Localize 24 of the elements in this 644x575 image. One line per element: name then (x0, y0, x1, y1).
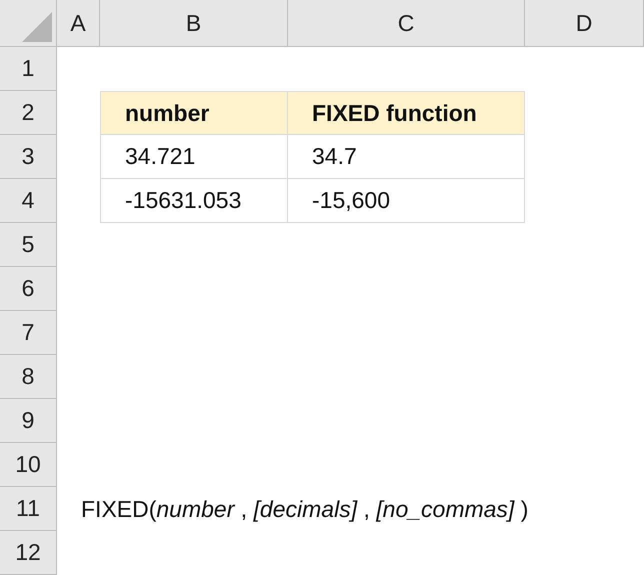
row-header[interactable]: 3 (0, 135, 57, 179)
table-cell: 34.7 (288, 135, 525, 179)
table-cell: -15631.053 (100, 179, 288, 223)
row-header[interactable]: 9 (0, 399, 57, 443)
select-all-icon[interactable] (22, 12, 52, 42)
column-header[interactable]: D (525, 0, 644, 47)
syntax-text: FIXED(number , [decimals] , [no_commas] ) (80, 494, 530, 524)
row-header[interactable]: 6 (0, 267, 57, 311)
column-header[interactable]: B (100, 0, 288, 47)
row-header[interactable]: 1 (0, 47, 57, 91)
table-header-cell: FIXED function (288, 91, 525, 135)
row-header[interactable]: 11 (0, 487, 57, 531)
row-header[interactable]: 2 (0, 91, 57, 135)
column-header[interactable]: C (288, 0, 525, 47)
row-header[interactable]: 10 (0, 443, 57, 487)
table-header-cell: number (100, 91, 288, 135)
row-header[interactable]: 7 (0, 311, 57, 355)
row-header[interactable]: 8 (0, 355, 57, 399)
table-cell: 34.721 (100, 135, 288, 179)
column-header[interactable]: A (57, 0, 100, 47)
row-header[interactable]: 12 (0, 531, 57, 575)
table-cell: -15,600 (288, 179, 525, 223)
row-header[interactable]: 4 (0, 179, 57, 223)
row-header[interactable]: 5 (0, 223, 57, 267)
